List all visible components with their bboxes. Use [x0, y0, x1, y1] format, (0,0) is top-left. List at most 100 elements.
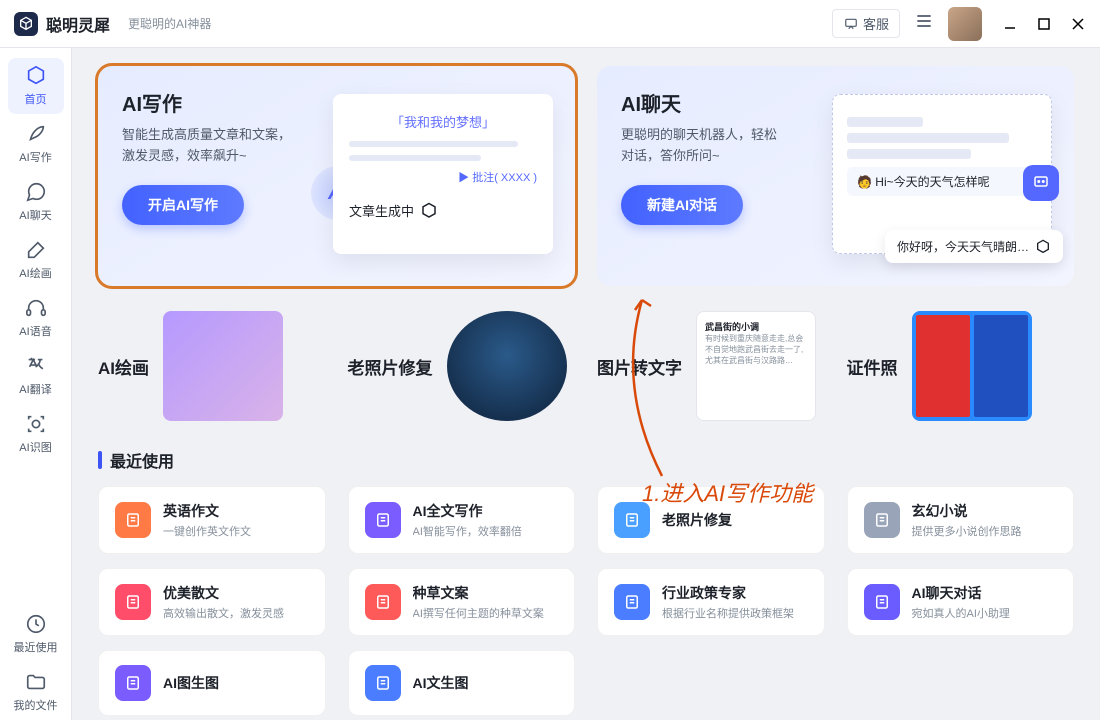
new-ai-chat-button[interactable]: 新建AI对话: [621, 185, 743, 225]
chat-bubble-user: 🧑 Hi~今天的天气怎样呢: [847, 167, 1037, 196]
recent-icon: [864, 502, 900, 538]
scan-icon: [25, 413, 47, 435]
menu-icon[interactable]: [914, 11, 934, 36]
sidebar-item-write[interactable]: AI写作: [8, 116, 64, 172]
recent-sub: 根据行业名称提供政策框架: [662, 605, 808, 621]
sidebar-item-chat[interactable]: AI聊天: [8, 174, 64, 230]
app-logo-icon: [14, 12, 38, 36]
support-button[interactable]: 客服: [832, 9, 900, 38]
app-name: 聪明灵犀: [46, 12, 110, 36]
recent-icon: [115, 502, 151, 538]
tile-ai-paint[interactable]: AI绘画: [98, 306, 326, 426]
recent-title: 玄幻小说: [912, 501, 1058, 521]
chat-bubble-ai: 你好呀，今天天气晴朗…: [885, 230, 1063, 263]
close-button[interactable]: [1070, 16, 1086, 32]
tile-image: [163, 311, 283, 421]
logo-box: 聪明灵犀 更聪明的AI神器: [14, 12, 211, 36]
recent-card[interactable]: 老照片修复: [597, 486, 825, 554]
mock-title: 「我和我的梦想」: [349, 112, 537, 131]
start-ai-write-button[interactable]: 开启AI写作: [122, 185, 244, 225]
tile-photo-restore[interactable]: 老照片修复: [348, 306, 576, 426]
main-content: AI写作 智能生成高质量文章和文案，激发灵感，效率飙升~ 开启AI写作 AI 「…: [72, 48, 1100, 720]
recent-sub: AI智能写作，效率翻倍: [413, 523, 559, 539]
sidebar-item-label: 最近使用: [14, 639, 58, 655]
chat-icon: [25, 181, 47, 203]
hex-icon: [420, 202, 438, 220]
recent-card[interactable]: 行业政策专家根据行业名称提供政策框架: [597, 568, 825, 636]
maximize-button[interactable]: [1036, 16, 1052, 32]
sidebar-item-label: AI语音: [19, 323, 51, 339]
mock-status: 文章生成中: [349, 201, 537, 220]
recent-title: AI文生图: [413, 673, 559, 693]
recent-icon: [365, 502, 401, 538]
tile-title: 老照片修复: [348, 354, 433, 379]
tile-image: 武昌街的小调 有时候到重庆随意走走,总会不自觉地跑武昌街去走一了,尤其在武昌街与…: [696, 311, 816, 421]
recent-card[interactable]: AI聊天对话宛如真人的AI小助理: [847, 568, 1075, 636]
sidebar-item-label: AI写作: [19, 149, 51, 165]
recent-section-header: 最近使用: [98, 448, 1074, 472]
support-label: 客服: [863, 14, 889, 33]
tile-ocr[interactable]: 图片转文字 武昌街的小调 有时候到重庆随意走走,总会不自觉地跑武昌街去走一了,尤…: [597, 306, 825, 426]
feature-tiles: AI绘画 老照片修复 图片转文字 武昌街的小调 有时候到重庆随意走走,总会不自觉…: [98, 306, 1074, 426]
app-subtitle: 更聪明的AI神器: [128, 15, 211, 32]
sidebar-item-label: 首页: [25, 91, 47, 107]
chat-icon: [843, 17, 859, 31]
hero-write-desc: 智能生成高质量文章和文案，激发灵感，效率飙升~: [122, 125, 322, 167]
feather-icon: [25, 123, 47, 145]
recent-card[interactable]: AI图生图: [98, 650, 326, 716]
recent-title: 种草文案: [413, 583, 559, 603]
recent-sub: 提供更多小说创作思路: [912, 523, 1058, 539]
sidebar-item-label: AI绘画: [19, 265, 51, 281]
titlebar: 聪明灵犀 更聪明的AI神器 客服: [0, 0, 1100, 48]
recent-title: 行业政策专家: [662, 583, 808, 603]
section-title: 最近使用: [110, 448, 174, 472]
recent-card[interactable]: AI全文写作AI智能写作，效率翻倍: [348, 486, 576, 554]
hero-card-write[interactable]: AI写作 智能生成高质量文章和文案，激发灵感，效率飙升~ 开启AI写作 AI 「…: [98, 66, 575, 286]
recent-sub: 高效输出散文，激发灵感: [163, 605, 309, 621]
recent-card[interactable]: 玄幻小说提供更多小说创作思路: [847, 486, 1075, 554]
sidebar-item-files[interactable]: 我的文件: [8, 664, 64, 720]
recent-title: 优美散文: [163, 583, 309, 603]
recent-icon: [614, 584, 650, 620]
tile-image: [447, 311, 567, 421]
recent-title: AI聊天对话: [912, 583, 1058, 603]
hero-chat-desc: 更聪明的聊天机器人，轻松对话，答你所问~: [621, 125, 821, 167]
tile-id-photo[interactable]: 证件照: [847, 306, 1075, 426]
sidebar-item-label: AI聊天: [19, 207, 51, 223]
recent-sub: AI撰写任何主题的种草文案: [413, 605, 559, 621]
sidebar-item-translate[interactable]: AI翻译: [8, 348, 64, 404]
sidebar-item-ocr[interactable]: AI识图: [8, 406, 64, 462]
recent-card[interactable]: 英语作文一键创作英文作文: [98, 486, 326, 554]
recent-grid: 英语作文一键创作英文作文 AI全文写作AI智能写作，效率翻倍 老照片修复 玄幻小…: [98, 486, 1074, 716]
recent-card[interactable]: 种草文案 AI撰写任何主题的种草文案: [348, 568, 576, 636]
minimize-button[interactable]: [1002, 16, 1018, 32]
sidebar-item-paint[interactable]: AI绘画: [8, 232, 64, 288]
sidebar-item-label: 我的文件: [14, 697, 58, 713]
sidebar: 首页 AI写作 AI聊天 AI绘画 AI语音 AI翻译 AI识图 最: [0, 48, 72, 720]
recent-icon: [365, 584, 401, 620]
sidebar-item-voice[interactable]: AI语音: [8, 290, 64, 346]
sidebar-item-label: AI识图: [19, 439, 51, 455]
recent-card[interactable]: 优美散文高效输出散文，激发灵感: [98, 568, 326, 636]
recent-icon: [365, 665, 401, 701]
translate-icon: [25, 355, 47, 377]
home-icon: [25, 65, 47, 87]
recent-title: AI图生图: [163, 673, 309, 693]
recent-title: 英语作文: [163, 501, 309, 521]
sidebar-item-home[interactable]: 首页: [8, 58, 64, 114]
tile-title: 图片转文字: [597, 354, 682, 379]
headphone-icon: [25, 297, 47, 319]
recent-icon: [864, 584, 900, 620]
mock-note: ▶ 批注( XXXX ): [349, 169, 537, 185]
sidebar-item-label: AI翻译: [19, 381, 51, 397]
folder-icon: [25, 671, 47, 693]
hero-card-chat[interactable]: AI聊天 更聪明的聊天机器人，轻松对话，答你所问~ 新建AI对话 🧑 Hi~今天…: [597, 66, 1074, 286]
recent-icon: [115, 584, 151, 620]
user-avatar[interactable]: [948, 7, 982, 41]
tile-image: [912, 311, 1032, 421]
sidebar-item-recent[interactable]: 最近使用: [8, 606, 64, 662]
recent-card[interactable]: AI文生图: [348, 650, 576, 716]
hex-icon: [1035, 239, 1051, 255]
tile-title: AI绘画: [98, 354, 149, 379]
recent-icon: [115, 665, 151, 701]
